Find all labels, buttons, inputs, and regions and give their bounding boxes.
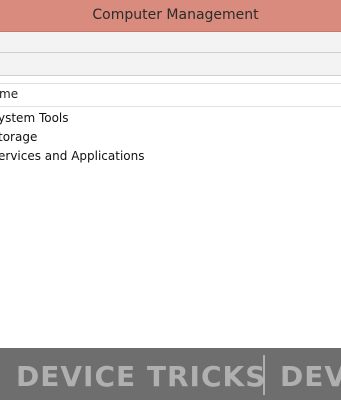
console-tree-pane: me ystem Tools torage ervices and Applic… — [0, 76, 341, 348]
column-header-name[interactable]: me — [0, 83, 341, 107]
watermark-text: DEVICE TRICKS — [16, 360, 267, 393]
watermark-banner: DEVICE TRICKS DEV — [0, 348, 341, 400]
tree-item-label: ervices and Applications — [0, 149, 145, 163]
window-title: Computer Management — [92, 7, 259, 23]
tree-item-label: ystem Tools — [0, 111, 69, 125]
column-header-label: me — [0, 87, 19, 101]
tree-item-storage[interactable]: torage — [0, 130, 37, 144]
toolbar — [0, 53, 341, 75]
title-bar[interactable]: Computer Management — [0, 0, 341, 32]
watermark-text-repeat: DEV — [280, 360, 341, 393]
tree-item-system-tools[interactable]: ystem Tools — [0, 111, 69, 125]
tree-item-label: torage — [0, 130, 38, 144]
menu-bar — [0, 32, 341, 52]
watermark-divider — [263, 355, 265, 395]
tree-item-services-and-applications[interactable]: ervices and Applications — [0, 149, 145, 163]
